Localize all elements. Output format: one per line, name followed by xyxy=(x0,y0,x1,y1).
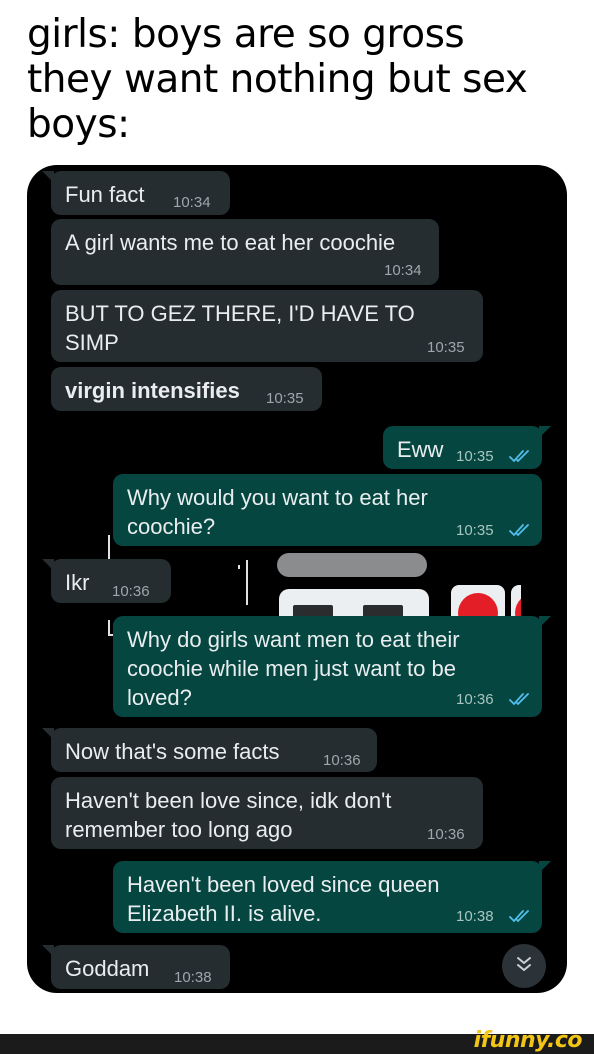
message-text: Eww xyxy=(397,437,444,462)
message-time: 10:35 xyxy=(456,522,494,539)
message-time: 10:35 xyxy=(427,339,465,356)
message-text: BUT TO GEZ THERE, I'D HAVE TO SIMP xyxy=(65,301,415,355)
message-text: Haven't been loved since queen Elizabeth… xyxy=(127,872,440,926)
outgoing-message[interactable]: Why would you want to eat her coochie? 1… xyxy=(113,474,542,546)
message-text: virgin intensifies xyxy=(65,378,240,403)
double-check-icon xyxy=(509,692,531,706)
message-time: 10:34 xyxy=(384,262,422,279)
message-text: Why do girls want men to eat their cooch… xyxy=(127,627,460,710)
caption-line-3: boys: xyxy=(27,102,130,147)
scroll-to-bottom-button[interactable] xyxy=(502,944,546,988)
message-time: 10:36 xyxy=(456,691,494,708)
message-time: 10:38 xyxy=(456,908,494,925)
caption-line-1: girls: boys are so gross xyxy=(27,12,465,57)
message-text: Why would you want to eat her coochie? xyxy=(127,485,428,539)
incoming-message[interactable]: Ikr 10:36 xyxy=(42,559,171,603)
meme-caption: girls: boys are so gross they want nothi… xyxy=(27,12,587,147)
double-check-icon xyxy=(509,523,531,537)
outgoing-message[interactable]: Eww 10:35 xyxy=(383,426,551,469)
incoming-message[interactable]: A girl wants me to eat her coochie 10:34 xyxy=(51,219,439,285)
double-check-icon xyxy=(509,909,531,923)
incoming-message[interactable]: Now that's some facts 10:36 xyxy=(42,728,377,772)
chevrons-down-icon xyxy=(515,956,533,976)
message-time: 10:38 xyxy=(174,969,212,986)
message-text: Goddam xyxy=(65,956,150,981)
double-check-icon xyxy=(509,449,531,463)
incoming-message[interactable]: BUT TO GEZ THERE, I'D HAVE TO SIMP 10:35 xyxy=(51,290,483,362)
outgoing-message[interactable]: Haven't been loved since queen Elizabeth… xyxy=(113,861,551,933)
caption-line-2: they want nothing but sex xyxy=(27,57,528,102)
message-text: Fun fact xyxy=(65,182,145,207)
message-text: A girl wants me to eat her coochie xyxy=(65,230,396,255)
incoming-message[interactable]: virgin intensifies 10:35 xyxy=(51,367,322,411)
message-text: Now that's some facts xyxy=(65,739,280,764)
ifunny-logo: ifunny.co xyxy=(473,1028,583,1053)
incoming-message[interactable]: Goddam 10:38 xyxy=(42,945,230,989)
message-time: 10:36 xyxy=(112,583,150,600)
watermark-bar: ifunny.co xyxy=(0,1028,594,1054)
incoming-message[interactable]: Haven't been love since, idk don't remem… xyxy=(51,777,483,849)
message-time: 10:35 xyxy=(456,448,494,465)
outgoing-message[interactable]: Why do girls want men to eat their cooch… xyxy=(113,616,551,717)
message-time: 10:36 xyxy=(427,826,465,843)
incoming-message[interactable]: Fun fact 10:34 xyxy=(42,171,230,215)
message-text: Ikr xyxy=(65,570,90,595)
message-text: Haven't been love since, idk don't remem… xyxy=(65,788,392,842)
message-time: 10:35 xyxy=(266,390,304,407)
message-time: 10:34 xyxy=(173,194,211,211)
chat-screenshot: Fun fact 10:34 A girl wants me to eat he… xyxy=(27,165,567,993)
message-time: 10:36 xyxy=(323,752,361,769)
